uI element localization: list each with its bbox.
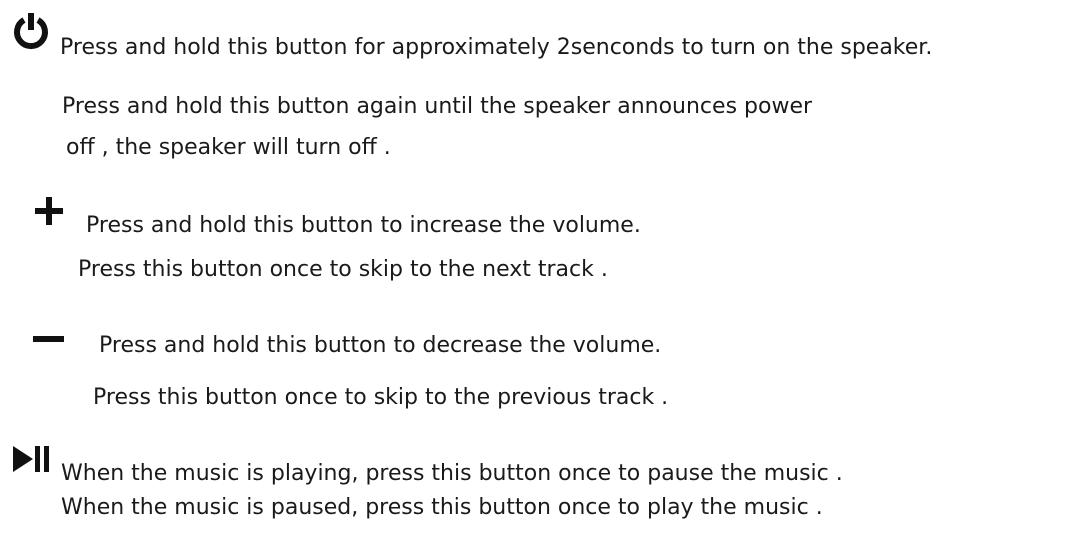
play-pause-icon — [13, 446, 49, 472]
minus-icon — [33, 336, 64, 342]
plus-text-line-2: Press this button once to skip to the ne… — [78, 257, 608, 282]
plus-text-line-1: Press and hold this button to increase t… — [86, 213, 641, 238]
power-icon — [14, 13, 48, 50]
power-text-line-1: Press and hold this button for approxima… — [60, 35, 933, 60]
power-text-line-2: Press and hold this button again until t… — [62, 94, 813, 119]
play-pause-text-line-1: When the music is playing, press this bu… — [61, 461, 843, 486]
plus-icon — [35, 197, 63, 225]
minus-text-line-1: Press and hold this button to decrease t… — [99, 333, 662, 358]
minus-text-line-2: Press this button once to skip to the pr… — [93, 385, 669, 410]
play-pause-text-line-2: When the music is paused, press this but… — [61, 495, 823, 520]
power-text-line-3: off , the speaker will turn off . — [66, 135, 391, 160]
